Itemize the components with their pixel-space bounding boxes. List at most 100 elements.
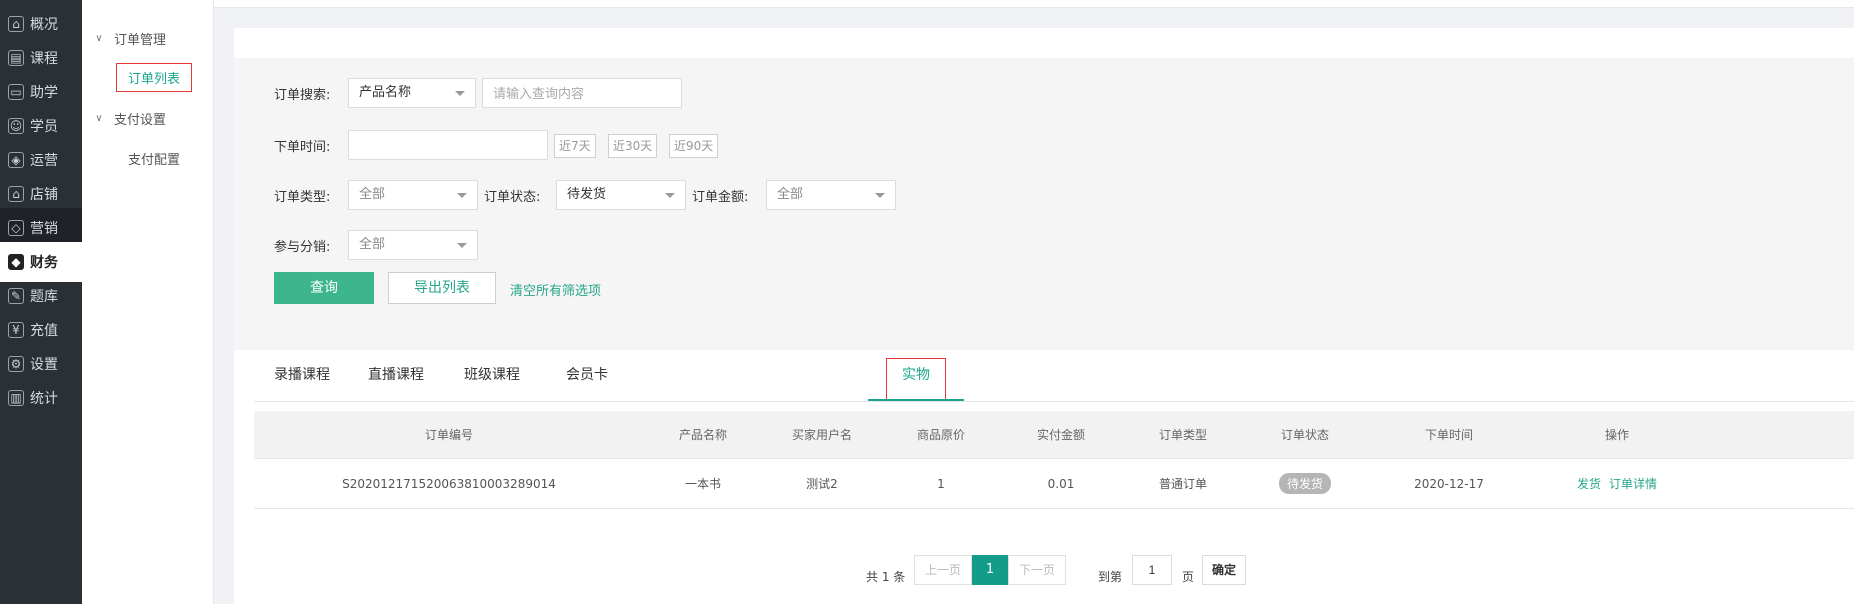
nav-item-label: 统计 <box>30 391 58 407</box>
nav-item-label: 设置 <box>30 357 58 373</box>
caret-down-icon <box>457 243 467 248</box>
nav-item-label: 课程 <box>30 51 58 67</box>
col-original-price: 商品原价 <box>916 428 965 442</box>
clear-filters-link[interactable]: 清空所有筛选项 <box>510 280 601 299</box>
dashboard-icon: ⌂ <box>8 16 24 32</box>
order-amount-select[interactable]: 全部 <box>766 180 896 210</box>
distribution-label: 参与分销: <box>274 240 331 255</box>
search-field-select-value: 产品名称 <box>359 85 412 100</box>
order-detail-link[interactable]: 订单详情 <box>1609 475 1657 492</box>
col-order-type: 订单类型 <box>1158 428 1207 442</box>
goto-label: 到第 <box>1098 570 1123 584</box>
nav-item-label: 学员 <box>30 119 58 135</box>
quick-7-days-button[interactable]: 近7天 <box>554 134 596 158</box>
finance-icon: ◆ <box>8 254 24 270</box>
quick-30-days-button[interactable]: 近30天 <box>608 134 658 158</box>
page-1-button[interactable]: 1 <box>972 555 1008 585</box>
cube-icon: ◈ <box>8 152 24 168</box>
nav-item-label: 充值 <box>30 323 58 339</box>
order-type-label: 订单类型: <box>274 190 331 205</box>
export-list-button[interactable]: 导出列表 <box>388 272 496 304</box>
yen-icon: ¥ <box>8 322 24 338</box>
main-card: 订单搜索: 产品名称 下单时间: 近7天 近30天 近90天 订单类型: 全部 … <box>234 28 1854 604</box>
order-time-input[interactable] <box>348 130 548 160</box>
total-count: 共 1 条 <box>866 570 906 584</box>
buyer-cell: 测试2 <box>806 477 838 491</box>
tab-recorded-courses[interactable]: 录播课程 <box>274 364 330 384</box>
bar-chart-icon: ▥ <box>8 390 24 406</box>
quick-90-days-button[interactable]: 近90天 <box>669 134 719 158</box>
filter-panel: 订单搜索: 产品名称 下单时间: 近7天 近30天 近90天 订单类型: 全部 … <box>234 58 1854 350</box>
caret-down-icon <box>457 193 467 198</box>
actions-cell: 发货 订单详情 <box>1532 459 1702 508</box>
prev-page-button[interactable]: 上一页 <box>914 555 972 585</box>
order-type-value: 全部 <box>359 187 386 202</box>
sub-link-order-list[interactable]: 订单列表 <box>116 63 193 92</box>
search-input[interactable] <box>482 78 682 108</box>
col-actions: 操作 <box>1604 428 1629 442</box>
col-order-no: 订单编号 <box>424 428 473 442</box>
chevron-down-icon: ∨ <box>95 113 103 124</box>
order-status-value: 待发货 <box>567 187 607 202</box>
sub-group-order-management[interactable]: ∨ 订单管理 <box>94 29 166 48</box>
nav-item-label: 助学 <box>30 85 58 101</box>
goto-confirm-button[interactable]: 确定 <box>1202 555 1246 585</box>
book-icon: ▤ <box>8 50 24 66</box>
nav-item-label: 店铺 <box>30 187 58 203</box>
table-header: 订单编号 产品名称 买家用户名 商品原价 实付金额 订单类型 订单状态 下单时间… <box>254 411 1854 459</box>
briefcase-icon: ▭ <box>8 84 24 100</box>
col-paid: 实付金额 <box>1036 428 1085 442</box>
distribution-value: 全部 <box>359 237 386 252</box>
order-status-cell: 待发货 <box>1244 459 1366 508</box>
order-status-select[interactable]: 待发货 <box>556 180 686 210</box>
order-status-label: 订单状态: <box>484 190 541 205</box>
sub-group-label: 支付设置 <box>114 113 167 128</box>
tab-membership-card[interactable]: 会员卡 <box>566 364 608 384</box>
sub-link-payment-config[interactable]: 支付配置 <box>128 149 180 168</box>
paid-cell: 0.01 <box>1047 476 1075 491</box>
sub-group-label: 订单管理 <box>114 33 167 48</box>
order-amount-value: 全部 <box>777 187 804 202</box>
next-page-button[interactable]: 下一页 <box>1008 555 1066 585</box>
tab-live-courses[interactable]: 直播课程 <box>368 364 424 384</box>
status-badge: 待发货 <box>1278 473 1331 494</box>
caret-down-icon <box>875 193 885 198</box>
store-icon: ⌂ <box>8 186 24 202</box>
sub-nav: ∨ 订单管理 订单列表 ∨ 支付设置 支付配置 <box>82 0 214 604</box>
col-order-time: 下单时间 <box>1424 428 1473 442</box>
nav-item-label: 题库 <box>30 289 58 305</box>
search-label: 订单搜索: <box>274 88 331 103</box>
sub-group-payment-settings[interactable]: ∨ 支付设置 <box>94 109 166 128</box>
col-buyer: 买家用户名 <box>791 428 852 442</box>
order-time-label: 下单时间: <box>274 140 331 155</box>
nav-item-stats[interactable]: ▥ 统计 <box>0 378 82 418</box>
nav-item-label: 财务 <box>30 255 58 271</box>
order-type-select[interactable]: 全部 <box>348 180 478 210</box>
nav-item-label: 运营 <box>30 153 58 169</box>
order-type-cell: 普通订单 <box>1158 477 1207 491</box>
nav-item-label: 概况 <box>30 17 58 33</box>
col-order-status: 订单状态 <box>1280 428 1329 442</box>
distribution-select[interactable]: 全部 <box>348 230 478 260</box>
search-field-select[interactable]: 产品名称 <box>348 78 476 108</box>
ship-link[interactable]: 发货 <box>1577 475 1601 492</box>
query-button[interactable]: 查询 <box>274 272 374 304</box>
product-cell: 一本书 <box>684 477 721 491</box>
col-product: 产品名称 <box>678 428 727 442</box>
caret-down-icon <box>665 193 675 198</box>
main-nav: ⌂ 概况 ▤ 课程 ▭ 助学 ☺ 学员 ◈ 运营 ⌂ 店铺 ◇ 营销 ◆ 财务 … <box>0 0 82 604</box>
order-amount-label: 订单金额: <box>692 190 749 205</box>
order-no-cell: S20201217152006381000328901​4 <box>342 476 556 491</box>
user-icon: ☺ <box>8 118 24 134</box>
pencil-icon: ✎ <box>8 288 24 304</box>
tab-divider <box>254 401 1854 402</box>
chevron-down-icon: ∨ <box>95 33 103 44</box>
top-strip <box>214 0 1854 8</box>
active-tab-indicator <box>868 399 964 401</box>
original-price-cell: 1 <box>937 476 945 491</box>
goto-page-input[interactable] <box>1132 555 1172 585</box>
gear-icon: ⚙ <box>8 356 24 372</box>
page-suffix: 页 <box>1182 570 1195 584</box>
tab-class-courses[interactable]: 班级课程 <box>464 364 520 384</box>
nav-item-label: 营销 <box>30 221 58 237</box>
